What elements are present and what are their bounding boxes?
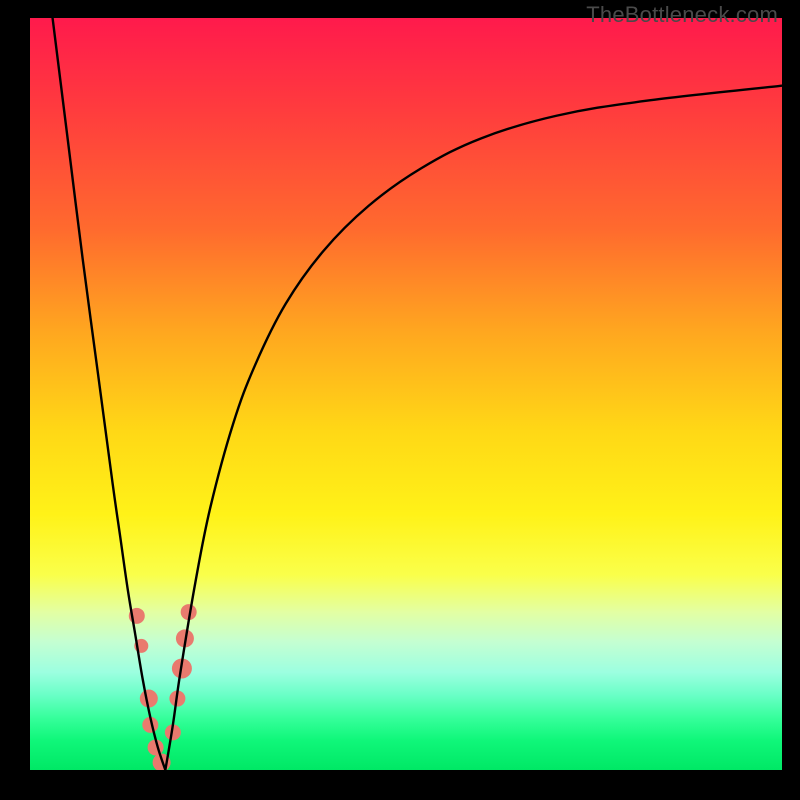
plot-area [30, 18, 782, 770]
chart-frame: TheBottleneck.com [0, 0, 800, 800]
curve-right-branch [165, 86, 782, 770]
chart-svg [30, 18, 782, 770]
curve-left-branch [53, 18, 166, 770]
watermark-text: TheBottleneck.com [586, 2, 778, 28]
